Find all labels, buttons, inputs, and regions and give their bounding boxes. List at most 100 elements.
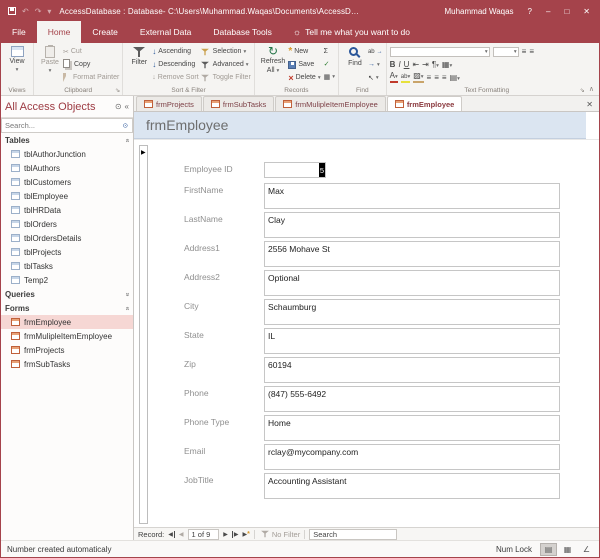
tell-me-box[interactable]: ☼ Tell me what you want to do: [283, 21, 420, 43]
menu-tab[interactable]: Home: [37, 21, 82, 43]
font-color-button[interactable]: A▾: [390, 72, 398, 83]
sidebar-item-table[interactable]: tblHRData: [1, 203, 133, 217]
new-record-button[interactable]: * New: [288, 45, 320, 58]
bold-button[interactable]: B: [390, 60, 396, 69]
field-input[interactable]: (847) 555-6492: [264, 386, 560, 412]
field-input[interactable]: Accounting Assistant: [264, 473, 560, 499]
totals-button[interactable]: Σ: [324, 45, 335, 57]
nav-search-box[interactable]: Search... ⊙: [1, 118, 133, 133]
font-name-combo[interactable]: ▾: [390, 47, 490, 57]
document-tab[interactable]: frmProjects: [136, 96, 202, 111]
maximize-button[interactable]: □: [564, 7, 569, 16]
field-input[interactable]: Home: [264, 415, 560, 441]
collapse-ribbon-icon[interactable]: ∧: [587, 85, 599, 95]
underline-button[interactable]: U: [404, 60, 410, 69]
no-filter-button[interactable]: No Filter: [259, 528, 300, 540]
field-input[interactable]: 2556 Mohave St: [264, 241, 560, 267]
menu-tab[interactable]: External Data: [129, 21, 203, 43]
highlight-color-button[interactable]: ab▾: [401, 73, 410, 83]
help-button[interactable]: ?: [528, 7, 532, 16]
fill-color-icon[interactable]: ▤▾: [450, 73, 460, 82]
field-input[interactable]: Max: [264, 183, 560, 209]
sidebar-item-table[interactable]: tblCustomers: [1, 175, 133, 189]
toggle-filter-button[interactable]: Toggle Filter: [199, 71, 251, 84]
sidebar-item-table[interactable]: tblAuthorJunction: [1, 147, 133, 161]
italic-button[interactable]: I: [398, 60, 400, 69]
field-input[interactable]: Schaumburg: [264, 299, 560, 325]
datasheet-view-button[interactable]: ▦: [559, 543, 576, 556]
sidebar-item-table[interactable]: tblOrdersDetails: [1, 231, 133, 245]
increase-indent-icon[interactable]: ⇥: [422, 60, 429, 69]
sidebar-item-form[interactable]: frmEmployee: [1, 315, 133, 329]
next-record-button[interactable]: ▶: [223, 531, 228, 538]
nav-pane-header[interactable]: All Access Objects ⊙ «: [1, 96, 133, 118]
sidebar-item-table[interactable]: tblProjects: [1, 245, 133, 259]
paste-button[interactable]: Paste ▾: [37, 45, 63, 75]
menu-tab[interactable]: Database Tools: [202, 21, 282, 43]
refresh-all-button[interactable]: ↻ Refresh All ▾: [258, 45, 289, 76]
layout-view-button[interactable]: ∠: [578, 543, 595, 556]
selection-button[interactable]: Selection ▾: [199, 45, 251, 58]
numbered-list-icon[interactable]: ≡: [529, 47, 534, 56]
signed-in-user[interactable]: Muhammad Waqas: [444, 7, 513, 16]
replace-button[interactable]: ab→: [368, 45, 383, 58]
redo-icon[interactable]: ↷: [35, 7, 42, 16]
save-record-button[interactable]: Save: [288, 58, 320, 71]
text-direction-icon[interactable]: ¶▾: [432, 60, 439, 69]
last-record-button[interactable]: ▶: [232, 531, 239, 538]
minimize-button[interactable]: –: [546, 7, 550, 16]
filter-button[interactable]: Filter: [126, 45, 152, 68]
sidebar-item-table[interactable]: Temp2: [1, 273, 133, 287]
menu-tab[interactable]: Create: [81, 21, 129, 43]
sidebar-item-table[interactable]: tblAuthors: [1, 161, 133, 175]
customize-qat-icon[interactable]: ▾: [47, 7, 51, 16]
align-center-icon[interactable]: ≡: [434, 73, 439, 82]
descending-button[interactable]: ↓ Descending: [152, 58, 198, 71]
field-input[interactable]: IL: [264, 328, 560, 354]
nav-section-queries[interactable]: Queries »: [1, 287, 133, 301]
save-icon[interactable]: [8, 7, 16, 15]
gridlines-icon[interactable]: ▦▾: [442, 60, 452, 69]
advanced-button[interactable]: Advanced ▾: [199, 58, 251, 71]
sidebar-item-table[interactable]: tblTasks: [1, 259, 133, 273]
decrease-indent-icon[interactable]: ⇤: [412, 60, 419, 69]
form-view-button[interactable]: ▤: [540, 543, 557, 556]
shutter-close-icon[interactable]: «: [125, 102, 129, 111]
field-input[interactable]: Optional: [264, 270, 560, 296]
sidebar-item-form[interactable]: frmProjects: [1, 343, 133, 357]
sidebar-item-table[interactable]: tblOrders: [1, 217, 133, 231]
goto-button[interactable]: →▾: [368, 58, 383, 71]
record-search-box[interactable]: Search: [309, 529, 397, 540]
sidebar-item-form[interactable]: frmMulipleItemEmployee: [1, 329, 133, 343]
field-input[interactable]: rclay@mycompany.com: [264, 444, 560, 470]
record-selector-bar[interactable]: ▶: [139, 145, 148, 524]
bullet-list-icon[interactable]: ≡: [522, 47, 527, 56]
field-input[interactable]: 5: [264, 162, 326, 178]
ascending-button[interactable]: ↓ Ascending: [152, 45, 198, 58]
select-button[interactable]: ↖▾: [368, 71, 383, 84]
first-record-button[interactable]: ◀: [168, 531, 175, 538]
spelling-button[interactable]: ✓: [324, 58, 335, 70]
view-button[interactable]: View ▾: [4, 45, 30, 74]
align-left-icon[interactable]: ≡: [427, 73, 432, 82]
cut-button[interactable]: ✂ Cut: [63, 45, 119, 58]
nav-menu-icon[interactable]: ⊙: [115, 102, 122, 111]
field-input[interactable]: 60194: [264, 357, 560, 383]
sidebar-item-table[interactable]: tblEmployee: [1, 189, 133, 203]
remove-sort-button[interactable]: ↓ Remove Sort: [152, 71, 198, 84]
document-tab[interactable]: frmMulipleItemEmployee: [275, 96, 386, 111]
undo-icon[interactable]: ↶: [22, 7, 29, 16]
copy-button[interactable]: Copy: [63, 58, 119, 71]
delete-record-button[interactable]: × Delete ▾: [288, 71, 320, 84]
close-button[interactable]: ✕: [583, 7, 590, 16]
close-document-icon[interactable]: ✕: [586, 100, 599, 111]
field-input[interactable]: Clay: [264, 212, 560, 238]
more-records-button[interactable]: ▦▾: [324, 71, 335, 83]
find-button[interactable]: Find: [342, 45, 368, 69]
record-position[interactable]: 1 of 9: [188, 529, 220, 540]
document-tab[interactable]: frmEmployee: [387, 96, 463, 111]
sidebar-item-form[interactable]: frmSubTasks: [1, 357, 133, 371]
new-blank-record-button[interactable]: ▶*: [243, 531, 250, 538]
format-painter-button[interactable]: Format Painter: [63, 71, 119, 84]
nav-section-forms[interactable]: Forms «: [1, 301, 133, 315]
